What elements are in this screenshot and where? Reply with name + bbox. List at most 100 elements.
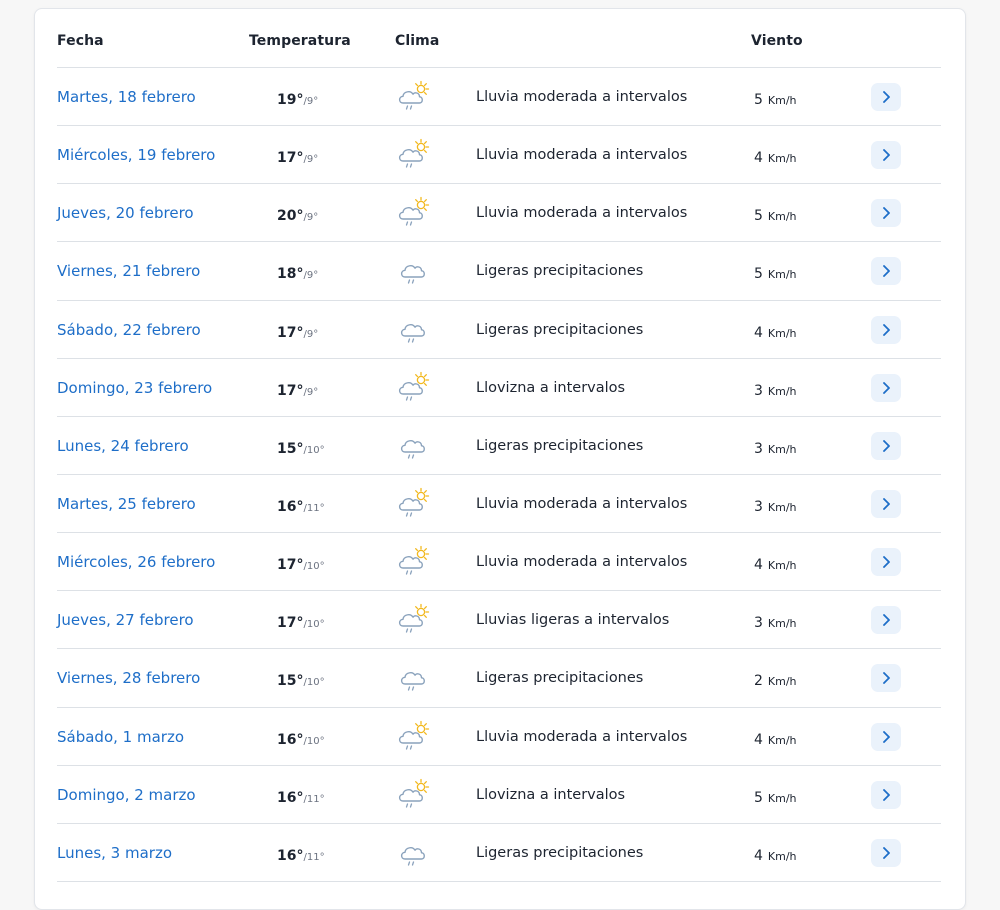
wind-speed: 3 Km/h [754, 380, 797, 399]
wind-value: 4 [754, 324, 763, 341]
weather-description: Lluvia moderada a intervalos [476, 728, 688, 745]
chevron-right-icon [883, 788, 890, 801]
forecast-row: Viernes, 21 febrero 18°/9° Ligeras preci… [35, 242, 965, 301]
expand-button[interactable] [871, 431, 901, 460]
temp-max: 15° [277, 673, 304, 690]
expand-button[interactable] [871, 257, 901, 286]
expand-button[interactable] [871, 780, 901, 809]
day-link[interactable]: Lunes, 3 marzo [57, 844, 172, 862]
cloud-sun-rain-icon [396, 138, 432, 172]
temperature: 15°/10° [277, 438, 325, 457]
cloud-sun-rain-icon [398, 138, 430, 168]
wind-unit: Km/h [767, 559, 797, 573]
temperature: 17°/10° [277, 612, 325, 631]
day-link[interactable]: Viernes, 21 febrero [57, 262, 200, 280]
wind-value: 2 [754, 673, 763, 690]
cloud-rain-icon [396, 429, 432, 463]
cloud-rain-icon [396, 254, 432, 288]
wind-unit: Km/h [767, 442, 797, 456]
wind-speed: 4 Km/h [754, 322, 797, 341]
temp-min: 11° [306, 851, 325, 863]
temp-max: 18° [277, 266, 304, 283]
expand-button[interactable] [871, 315, 901, 344]
cloud-sun-rain-icon [396, 80, 432, 114]
cloud-rain-icon [400, 846, 425, 866]
temp-max: 16° [277, 498, 304, 515]
header-fecha: Fecha [57, 33, 104, 49]
wind-value: 5 [754, 266, 763, 283]
chevron-right-icon [883, 498, 890, 510]
wind-unit: Km/h [767, 210, 797, 224]
expand-button[interactable] [871, 83, 901, 111]
temperature: 17°/10° [277, 554, 325, 573]
wind-speed: 4 Km/h [754, 845, 797, 864]
temperature: 19°/9° [277, 89, 318, 108]
weather-description: Llovizna a intervalos [476, 379, 626, 396]
weather-description: Ligeras precipitaciones [476, 321, 644, 338]
day-link[interactable]: Domingo, 23 febrero [57, 379, 212, 397]
chevron-right-icon [883, 556, 890, 569]
wind-unit: Km/h [767, 326, 797, 340]
temp-min: 9° [306, 212, 319, 224]
temperature: 20°/9° [277, 205, 318, 224]
header-viento: Viento [751, 33, 803, 49]
weather-description: Ligeras precipitaciones [476, 263, 644, 280]
wind-unit: Km/h [767, 849, 797, 863]
day-link[interactable]: Lunes, 24 febrero [57, 437, 189, 455]
expand-button[interactable] [871, 489, 901, 518]
expand-button[interactable] [871, 606, 901, 635]
temp-min: 9° [306, 270, 319, 282]
temperature: 16°/11° [277, 787, 325, 806]
day-link[interactable]: Sábado, 1 marzo [57, 728, 184, 746]
temperature: 16°/11° [277, 845, 325, 864]
day-link[interactable]: Jueves, 27 febrero [57, 611, 194, 629]
temperature: 15°/10° [277, 670, 325, 689]
wind-value: 5 [754, 208, 763, 225]
day-link[interactable]: Miércoles, 26 febrero [57, 553, 215, 571]
day-link[interactable]: Martes, 25 febrero [57, 495, 196, 513]
day-link[interactable]: Domingo, 2 marzo [57, 786, 196, 804]
expand-button[interactable] [871, 722, 901, 751]
wind-value: 4 [754, 731, 763, 748]
forecast-row: Miércoles, 19 febrero 17°/9° Lluvia mode… [35, 126, 965, 185]
forecast-row: Lunes, 3 marzo 16°/11° Ligeras precipita… [35, 824, 965, 883]
forecast-row: Sábado, 22 febrero 17°/9° Ligeras precip… [35, 301, 965, 359]
cloud-sun-rain-icon [396, 720, 432, 754]
expand-button[interactable] [871, 373, 901, 402]
temperature: 17°/9° [277, 322, 318, 341]
chevron-right-icon [883, 381, 890, 394]
temperature: 17°/9° [277, 380, 318, 399]
expand-button[interactable] [871, 199, 901, 228]
chevron-right-icon [883, 439, 890, 452]
temp-max: 16° [277, 789, 304, 806]
forecast-row: Jueves, 20 febrero 20°/9° Lluvia moderad… [35, 184, 965, 243]
expand-button[interactable] [871, 838, 901, 867]
day-link[interactable]: Jueves, 20 febrero [57, 204, 194, 222]
expand-button[interactable] [871, 548, 901, 577]
day-link[interactable]: Martes, 18 febrero [57, 88, 196, 106]
weather-description: Lluvias ligeras a intervalos [476, 612, 670, 629]
cloud-sun-rain-icon [398, 197, 430, 226]
wind-speed: 3 Km/h [754, 612, 797, 631]
temp-min: 10° [306, 619, 325, 631]
day-link[interactable]: Viernes, 28 febrero [57, 669, 200, 687]
cloud-sun-rain-icon [396, 603, 432, 637]
day-link[interactable]: Miércoles, 19 febrero [57, 146, 215, 164]
temp-max: 17° [277, 557, 304, 574]
wind-unit: Km/h [767, 500, 797, 514]
forecast-row: Sábado, 1 marzo 16°/10° Lluvia moderada … [35, 708, 965, 766]
temp-min: 9° [306, 154, 319, 166]
weather-description: Lluvia moderada a intervalos [476, 147, 688, 164]
temp-max: 17° [277, 150, 304, 167]
cloud-rain-icon [400, 265, 425, 285]
expand-button[interactable] [871, 664, 901, 693]
cloud-sun-rain-icon [398, 80, 430, 110]
wind-value: 3 [754, 440, 763, 457]
day-link[interactable]: Sábado, 22 febrero [57, 321, 201, 339]
expand-button[interactable] [871, 141, 901, 170]
temp-min: 10° [306, 735, 325, 747]
cloud-rain-icon [400, 439, 425, 459]
weather-description: Ligeras precipitaciones [476, 844, 644, 861]
forecast-row: Domingo, 2 marzo 16°/11° Llovizna a inte… [35, 766, 965, 824]
wind-unit: Km/h [767, 384, 797, 398]
